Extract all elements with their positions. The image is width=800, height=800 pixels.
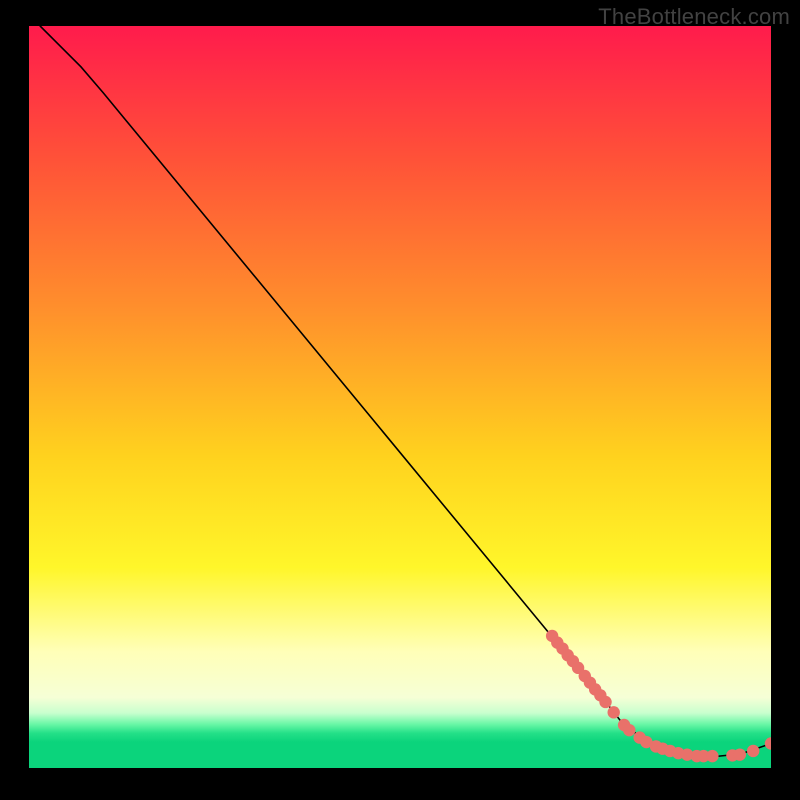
- watermark-text: TheBottleneck.com: [598, 4, 790, 30]
- chart-dots-group: [546, 630, 771, 763]
- chart-dot: [747, 745, 759, 757]
- chart-curve: [40, 26, 771, 757]
- chart-dot: [599, 696, 611, 708]
- chart-dot: [623, 724, 635, 736]
- chart-dot: [608, 706, 620, 718]
- chart-dot: [734, 748, 746, 760]
- chart-overlay: [29, 26, 771, 768]
- chart-dot: [706, 750, 718, 762]
- chart-area: [29, 26, 771, 768]
- chart-dot: [765, 737, 771, 749]
